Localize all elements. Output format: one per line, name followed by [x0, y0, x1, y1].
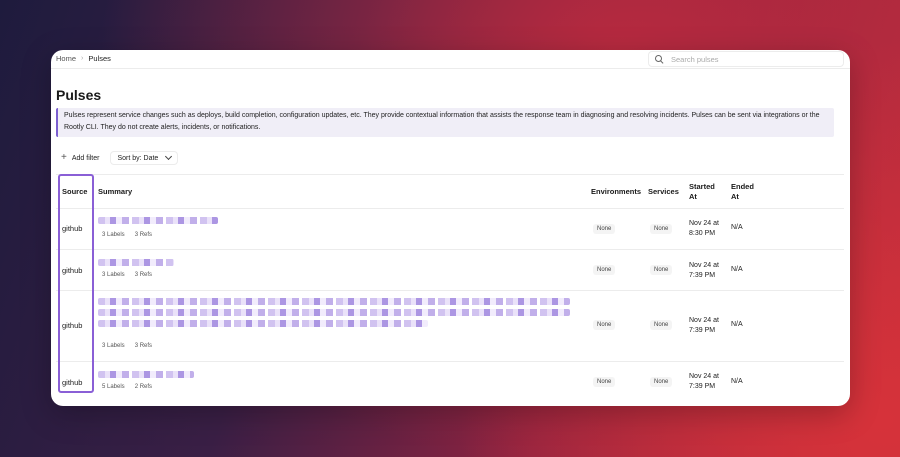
row-meta: 3 Labels 3 Refs — [102, 232, 152, 238]
environments-badge: None — [593, 377, 616, 387]
row-meta: 5 Labels 2 Refs — [102, 384, 152, 390]
started-date: Nov 24 at — [689, 220, 719, 227]
info-text: Pulses represent service changes such as… — [64, 112, 820, 131]
summary-text-redacted — [98, 259, 174, 266]
row-meta: 3 Labels 3 Refs — [102, 272, 152, 278]
table-row[interactable]: github 3 Labels 3 Refs None None Nov 24 … — [56, 250, 844, 291]
app-window: Home › Pulses Pulses Pulses represent se… — [51, 50, 850, 406]
row-refs[interactable]: 3 Refs — [135, 232, 152, 238]
breadcrumb-home[interactable]: Home — [56, 54, 76, 63]
environments-badge: None — [593, 265, 616, 275]
started-date: Nov 24 at — [689, 373, 719, 380]
summary-text-redacted — [98, 309, 570, 316]
row-refs[interactable]: 2 Refs — [135, 384, 152, 390]
started-time: 7:39 PM — [689, 327, 716, 334]
services-badge: None — [650, 224, 673, 234]
environments-badge: None — [593, 320, 616, 330]
row-labels[interactable]: 3 Labels — [102, 232, 125, 238]
services-badge: None — [650, 265, 673, 275]
breadcrumb-current: Pulses — [88, 54, 111, 63]
ended-at: N/A — [731, 321, 743, 328]
row-source: github — [62, 321, 83, 330]
add-filter-button[interactable]: + Add filter — [56, 151, 104, 165]
page-title: Pulses — [56, 87, 102, 103]
breadcrumb-separator: › — [81, 55, 84, 62]
row-refs[interactable]: 3 Refs — [135, 272, 152, 278]
info-callout: Pulses represent service changes such as… — [56, 108, 834, 137]
plus-icon: + — [61, 152, 67, 163]
filter-bar: + Add filter Sort by: Date — [56, 151, 179, 165]
search-icon — [654, 54, 664, 64]
row-meta: 3 Labels 3 Refs — [102, 343, 152, 349]
started-date: Nov 24 at — [689, 262, 719, 269]
table-row[interactable]: github 3 Labels 3 Refs None None Nov 24 … — [56, 209, 844, 250]
started-time: 7:39 PM — [689, 272, 716, 279]
pulses-table: Source Summary Environments Services Sta… — [56, 174, 844, 403]
search-input[interactable] — [671, 54, 831, 64]
table-row[interactable]: github 5 Labels 2 Refs None None Nov 24 … — [56, 362, 844, 403]
environments-badge: None — [593, 224, 616, 234]
started-time: 8:30 PM — [689, 230, 716, 237]
sort-label: Sort by: Date — [117, 154, 159, 162]
summary-text-redacted — [98, 298, 570, 305]
header-summary[interactable]: Summary — [98, 187, 132, 197]
table-row[interactable]: github 3 Labels 3 Refs None None Nov 24 … — [56, 291, 844, 362]
row-labels[interactable]: 5 Labels — [102, 384, 125, 390]
ended-at: N/A — [731, 378, 743, 385]
started-at: Nov 24 at 7:39 PM — [689, 261, 719, 281]
header-started-at[interactable]: Started At — [689, 182, 719, 202]
table-header: Source Summary Environments Services Sta… — [56, 174, 844, 209]
search-box[interactable] — [648, 51, 844, 67]
header-environments[interactable]: Environments — [591, 187, 641, 197]
services-badge: None — [650, 377, 673, 387]
row-refs[interactable]: 3 Refs — [135, 343, 152, 349]
summary-text-redacted — [98, 320, 428, 327]
row-source: github — [62, 378, 83, 387]
ended-at: N/A — [731, 224, 743, 231]
row-source: github — [62, 224, 83, 233]
chevron-down-icon — [165, 152, 173, 161]
add-filter-label: Add filter — [71, 154, 100, 162]
header-source[interactable]: Source — [62, 187, 87, 197]
summary-text-redacted — [98, 371, 194, 378]
header-ended-at[interactable]: Ended At — [731, 182, 761, 202]
breadcrumb: Home › Pulses — [56, 54, 111, 63]
row-labels[interactable]: 3 Labels — [102, 343, 125, 349]
header-services[interactable]: Services — [648, 187, 679, 197]
started-time: 7:39 PM — [689, 383, 716, 390]
row-labels[interactable]: 3 Labels — [102, 272, 125, 278]
started-date: Nov 24 at — [689, 317, 719, 324]
started-at: Nov 24 at 8:30 PM — [689, 219, 719, 239]
started-at: Nov 24 at 7:39 PM — [689, 316, 719, 336]
top-bar: Home › Pulses — [51, 50, 850, 69]
started-at: Nov 24 at 7:39 PM — [689, 372, 719, 392]
row-source: github — [62, 266, 83, 275]
summary-text-redacted — [98, 217, 218, 224]
sort-dropdown[interactable]: Sort by: Date — [110, 151, 179, 165]
services-badge: None — [650, 320, 673, 330]
ended-at: N/A — [731, 266, 743, 273]
